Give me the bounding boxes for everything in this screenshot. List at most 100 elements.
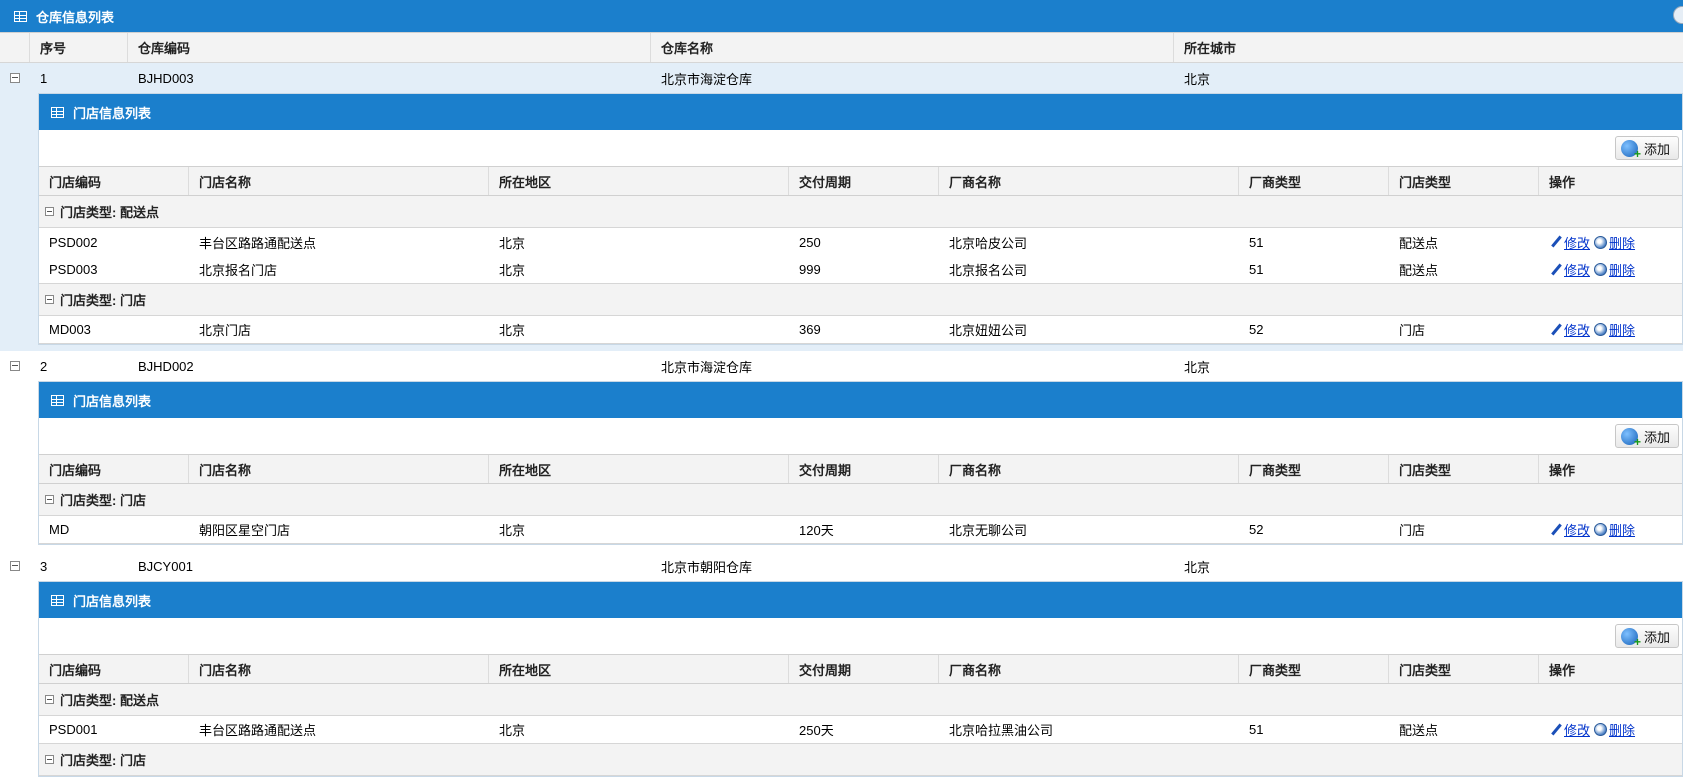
col-header-num[interactable]: 序号 bbox=[30, 33, 128, 62]
store-col-header[interactable]: 门店类型 bbox=[1389, 655, 1539, 683]
store-col-header[interactable]: 厂商类型 bbox=[1239, 167, 1389, 195]
collapse-icon[interactable] bbox=[45, 207, 54, 216]
store-row[interactable]: PSD003 北京报名门店 北京 999 北京报名公司 51 配送点 修改 删除 bbox=[39, 256, 1682, 284]
store-col-header[interactable]: 厂商类型 bbox=[1239, 455, 1389, 483]
store-table-header: 门店编码 门店名称 所在地区 交付周期 厂商名称 厂商类型 门店类型 操作 bbox=[39, 166, 1682, 196]
group-label: 门店类型: 门店 bbox=[60, 493, 146, 508]
store-col-header[interactable]: 操作 bbox=[1539, 167, 1682, 195]
store-col-header[interactable]: 操作 bbox=[1539, 455, 1682, 483]
edit-link[interactable]: 修改 bbox=[1549, 720, 1590, 739]
delete-icon bbox=[1594, 263, 1608, 276]
store-col-header[interactable]: 门店编码 bbox=[39, 455, 189, 483]
collapse-icon[interactable] bbox=[45, 495, 54, 504]
store-cell: MD bbox=[49, 522, 70, 537]
store-col-header[interactable]: 门店编码 bbox=[39, 167, 189, 195]
store-row[interactable]: MD 朝阳区星空门店 北京 120天 北京无聊公司 52 门店 修改 删除 bbox=[39, 516, 1682, 544]
collapse-icon[interactable] bbox=[45, 295, 54, 304]
col-header-city[interactable]: 所在城市 bbox=[1174, 33, 1683, 62]
store-panel: 门店信息列表添加门店编码门店名称所在地区交付周期厂商名称厂商类型门店类型操作门店… bbox=[38, 93, 1683, 345]
store-group-row[interactable]: 门店类型: 门店 bbox=[39, 284, 1682, 316]
collapse-icon[interactable] bbox=[10, 361, 20, 371]
store-col-header[interactable]: 交付周期 bbox=[789, 167, 939, 195]
store-col-header[interactable]: 所在地区 bbox=[489, 167, 789, 195]
edit-link[interactable]: 修改 bbox=[1549, 260, 1590, 279]
store-row[interactable]: PSD002 丰台区路路通配送点 北京 250 北京哈皮公司 51 配送点 修改 删除 bbox=[39, 228, 1682, 256]
store-panel-header: 门店信息列表 bbox=[39, 582, 1682, 618]
row-expander[interactable] bbox=[0, 561, 30, 571]
group-label: 门店类型: 门店 bbox=[60, 293, 146, 308]
store-cell: 北京 bbox=[499, 323, 526, 338]
store-group-row[interactable]: 门店类型: 配送点 bbox=[39, 196, 1682, 228]
store-cell: 北京 bbox=[499, 723, 526, 738]
store-cell: 北京哈拉黑油公司 bbox=[949, 723, 1054, 738]
store-detail: 门店信息列表添加门店编码门店名称所在地区交付周期厂商名称厂商类型门店类型操作门店… bbox=[0, 581, 1683, 779]
store-col-header[interactable]: 厂商类型 bbox=[1239, 655, 1389, 683]
edit-link[interactable]: 修改 bbox=[1549, 320, 1590, 339]
collapse-icon[interactable] bbox=[45, 755, 54, 764]
store-cell: 999 bbox=[799, 262, 821, 277]
edit-link[interactable]: 修改 bbox=[1549, 520, 1590, 539]
warehouse-table-header: 序号 仓库编码 仓库名称 所在城市 bbox=[0, 32, 1683, 63]
warehouse-panel: 仓库信息列表 序号 仓库编码 仓库名称 所在城市 1 BJHD003 北京市海淀仓库… bbox=[0, 0, 1683, 779]
add-store-button[interactable]: 添加 bbox=[1614, 624, 1679, 649]
delete-icon bbox=[1594, 323, 1608, 336]
col-header-name[interactable]: 仓库名称 bbox=[651, 33, 1174, 62]
row-expander[interactable] bbox=[0, 361, 30, 371]
store-cell: 52 bbox=[1249, 322, 1264, 337]
warehouse-code: BJHD002 bbox=[138, 358, 194, 374]
row-expander[interactable] bbox=[0, 73, 30, 83]
collapse-icon[interactable] bbox=[10, 561, 20, 571]
store-col-header[interactable]: 门店编码 bbox=[39, 655, 189, 683]
store-col-header[interactable]: 门店名称 bbox=[189, 655, 489, 683]
edit-link[interactable]: 修改 bbox=[1549, 233, 1590, 252]
store-group-row[interactable]: 门店类型: 门店 bbox=[39, 744, 1682, 776]
store-group-row[interactable]: 门店类型: 配送点 bbox=[39, 684, 1682, 716]
collapse-icon[interactable] bbox=[45, 695, 54, 704]
expander-col-header bbox=[0, 33, 30, 62]
store-cell: 配送点 bbox=[1399, 723, 1439, 738]
store-row[interactable]: MD003 北京门店 北京 369 北京妞妞公司 52 门店 修改 删除 bbox=[39, 316, 1682, 344]
delete-link[interactable]: 删除 bbox=[1594, 260, 1635, 279]
table-icon bbox=[51, 106, 64, 118]
group-label: 门店类型: 配送点 bbox=[60, 693, 159, 708]
store-cell: 北京报名公司 bbox=[949, 263, 1028, 278]
store-col-header[interactable]: 门店名称 bbox=[189, 167, 489, 195]
add-icon bbox=[1620, 627, 1641, 649]
add-store-button[interactable]: 添加 bbox=[1614, 136, 1679, 161]
add-label: 添加 bbox=[1643, 429, 1670, 445]
store-cell: 北京门店 bbox=[199, 323, 252, 338]
edit-label: 修改 bbox=[1564, 263, 1591, 278]
warehouse-num: 2 bbox=[40, 358, 48, 374]
store-row[interactable]: PSD001 丰台区路路通配送点 北京 250天 北京哈拉黑油公司 51 配送点 修改 删除 bbox=[39, 716, 1682, 744]
warehouse-table-body: 1BJHD003北京市海淀仓库北京门店信息列表添加门店编码门店名称所在地区交付周… bbox=[0, 63, 1683, 779]
store-col-header[interactable]: 门店类型 bbox=[1389, 167, 1539, 195]
store-col-header[interactable]: 交付周期 bbox=[789, 455, 939, 483]
delete-link[interactable]: 删除 bbox=[1594, 720, 1635, 739]
store-col-header[interactable]: 所在地区 bbox=[489, 455, 789, 483]
store-col-header[interactable]: 所在地区 bbox=[489, 655, 789, 683]
delete-link[interactable]: 删除 bbox=[1594, 320, 1635, 339]
store-col-header[interactable]: 门店类型 bbox=[1389, 455, 1539, 483]
add-icon bbox=[1620, 427, 1641, 449]
delete-link[interactable]: 删除 bbox=[1594, 233, 1635, 252]
store-col-header[interactable]: 门店名称 bbox=[189, 455, 489, 483]
add-store-button[interactable]: 添加 bbox=[1614, 424, 1679, 449]
store-col-header[interactable]: 厂商名称 bbox=[939, 655, 1239, 683]
store-col-header[interactable]: 厂商名称 bbox=[939, 455, 1239, 483]
warehouse-row[interactable]: 1 BJHD003 北京市海淀仓库 北京 bbox=[0, 63, 1683, 93]
store-cell: 丰台区路路通配送点 bbox=[199, 723, 317, 738]
store-col-header[interactable]: 交付周期 bbox=[789, 655, 939, 683]
collapse-icon[interactable] bbox=[10, 73, 20, 83]
store-col-header[interactable]: 操作 bbox=[1539, 655, 1682, 683]
delete-link[interactable]: 删除 bbox=[1594, 520, 1635, 539]
store-actions: 修改 删除 bbox=[1539, 228, 1682, 256]
col-header-code[interactable]: 仓库编码 bbox=[128, 33, 651, 62]
store-col-header[interactable]: 厂商名称 bbox=[939, 167, 1239, 195]
store-panel-header: 门店信息列表 bbox=[39, 94, 1682, 130]
warehouse-row[interactable]: 3 BJCY001 北京市朝阳仓库 北京 bbox=[0, 551, 1683, 581]
store-group-row[interactable]: 门店类型: 门店 bbox=[39, 484, 1682, 516]
warehouse-row[interactable]: 2 BJHD002 北京市海淀仓库 北京 bbox=[0, 351, 1683, 381]
warehouse-panel-header: 仓库信息列表 bbox=[0, 0, 1683, 32]
pencil-icon bbox=[1549, 723, 1563, 737]
store-panel: 门店信息列表添加门店编码门店名称所在地区交付周期厂商名称厂商类型门店类型操作门店… bbox=[38, 581, 1683, 777]
